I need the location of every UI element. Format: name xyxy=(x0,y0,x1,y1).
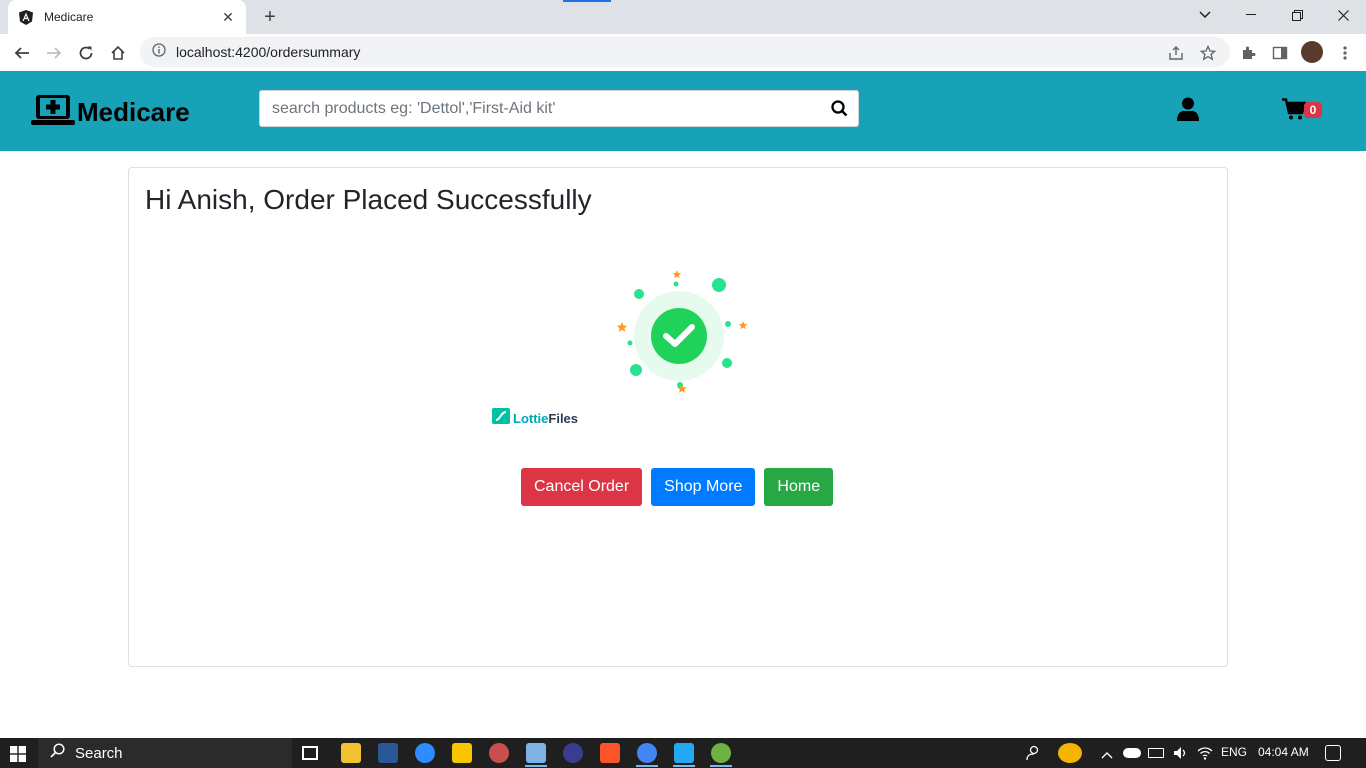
app-header: Medicare 0 xyxy=(0,71,1366,151)
share-icon[interactable] xyxy=(1164,41,1188,65)
zoom-icon[interactable] xyxy=(415,743,435,763)
task-view-icon[interactable] xyxy=(302,746,318,760)
search-box xyxy=(259,90,859,127)
side-panel-icon[interactable] xyxy=(1268,41,1292,65)
back-icon[interactable] xyxy=(9,40,35,66)
lottie-brand-a: Lottie xyxy=(513,411,549,426)
taskbar-search[interactable]: Search xyxy=(38,738,292,768)
paint-icon[interactable] xyxy=(489,743,509,763)
new-tab-icon[interactable]: + xyxy=(258,5,282,29)
menu-kebab-icon[interactable] xyxy=(1333,41,1357,65)
site-info-icon[interactable] xyxy=(152,42,166,62)
success-check-animation xyxy=(609,263,749,403)
sticky-notes-icon[interactable] xyxy=(452,743,472,763)
chevron-up-icon[interactable] xyxy=(1101,746,1113,766)
url-text: localhost:4200/ordersummary xyxy=(176,44,361,60)
notepad-running-indicator xyxy=(525,765,547,767)
user-icon[interactable] xyxy=(1177,97,1201,123)
browser-tab[interactable]: Medicare ✕ xyxy=(8,0,246,34)
spring-tool-icon[interactable] xyxy=(711,743,731,763)
notepad-icon[interactable] xyxy=(526,743,546,763)
cart-button[interactable]: 0 xyxy=(1282,98,1324,124)
home-icon[interactable] xyxy=(105,40,131,66)
vscode-running-indicator xyxy=(673,765,695,767)
browser-toolbar: localhost:4200/ordersummary xyxy=(0,34,1366,71)
cart-icon xyxy=(1282,98,1307,124)
clock[interactable]: 04:04 AM xyxy=(1258,745,1309,759)
tab-search-icon[interactable] xyxy=(1182,0,1228,30)
brave-icon[interactable] xyxy=(600,743,620,763)
volume-icon[interactable] xyxy=(1172,745,1188,765)
wifi-icon[interactable] xyxy=(1197,745,1213,765)
windows-taskbar: Search ENG 04:04 AM xyxy=(0,738,1366,768)
angular-icon xyxy=(18,9,34,25)
brand-logo[interactable]: Medicare xyxy=(31,93,190,132)
search-icon[interactable] xyxy=(820,91,858,126)
tab-indicator xyxy=(563,0,611,2)
language-indicator[interactable]: ENG xyxy=(1221,745,1247,759)
search-input[interactable] xyxy=(260,99,820,118)
file-explorer-icon[interactable] xyxy=(341,743,361,763)
eclipse-icon[interactable] xyxy=(563,743,583,763)
address-bar[interactable]: localhost:4200/ordersummary xyxy=(140,37,1230,67)
lottie-brand-b: Files xyxy=(548,411,579,426)
restore-icon[interactable] xyxy=(1274,0,1320,30)
cart-count-badge: 0 xyxy=(1304,102,1322,118)
close-tab-icon[interactable]: ✕ xyxy=(220,9,236,26)
spring-running-indicator xyxy=(710,765,732,767)
bookmark-star-icon[interactable] xyxy=(1196,41,1220,65)
browser-tabstrip: Medicare ✕ + xyxy=(0,0,1366,34)
taskbar-search-label: Search xyxy=(75,744,123,762)
lottiefiles-logo[interactable]: LottieFiles xyxy=(492,408,578,429)
word-icon[interactable] xyxy=(378,743,398,763)
onedrive-icon[interactable] xyxy=(1123,748,1141,758)
profile-avatar[interactable] xyxy=(1301,41,1323,63)
weather-icon[interactable] xyxy=(1058,743,1082,763)
people-icon[interactable] xyxy=(1025,745,1041,761)
notifications-icon[interactable] xyxy=(1325,745,1341,761)
forward-icon[interactable] xyxy=(41,40,67,66)
windows-start-icon[interactable] xyxy=(10,746,26,762)
chrome-icon[interactable] xyxy=(637,743,657,763)
reload-icon[interactable] xyxy=(73,40,99,66)
medical-laptop-icon xyxy=(31,93,75,132)
tab-title: Medicare xyxy=(44,10,94,24)
shop-more-button[interactable]: Shop More xyxy=(651,468,756,506)
brand-name: Medicare xyxy=(77,97,190,127)
cancel-order-button[interactable]: Cancel Order xyxy=(521,468,643,506)
lottiefiles-icon xyxy=(492,408,510,429)
vscode-icon[interactable] xyxy=(674,743,694,763)
action-buttons: Cancel Order Shop More Home xyxy=(521,468,834,506)
extensions-icon[interactable] xyxy=(1236,41,1260,65)
chrome-running-indicator xyxy=(636,765,658,767)
minimize-icon[interactable] xyxy=(1228,0,1274,30)
battery-icon[interactable] xyxy=(1148,748,1164,758)
home-button[interactable]: Home xyxy=(764,468,834,506)
page-title: Hi Anish, Order Placed Successfully xyxy=(145,184,592,215)
taskbar-search-icon xyxy=(50,743,65,763)
order-summary-card: Hi Anish, Order Placed Successfully Lott… xyxy=(128,167,1228,667)
close-window-icon[interactable] xyxy=(1320,0,1366,30)
